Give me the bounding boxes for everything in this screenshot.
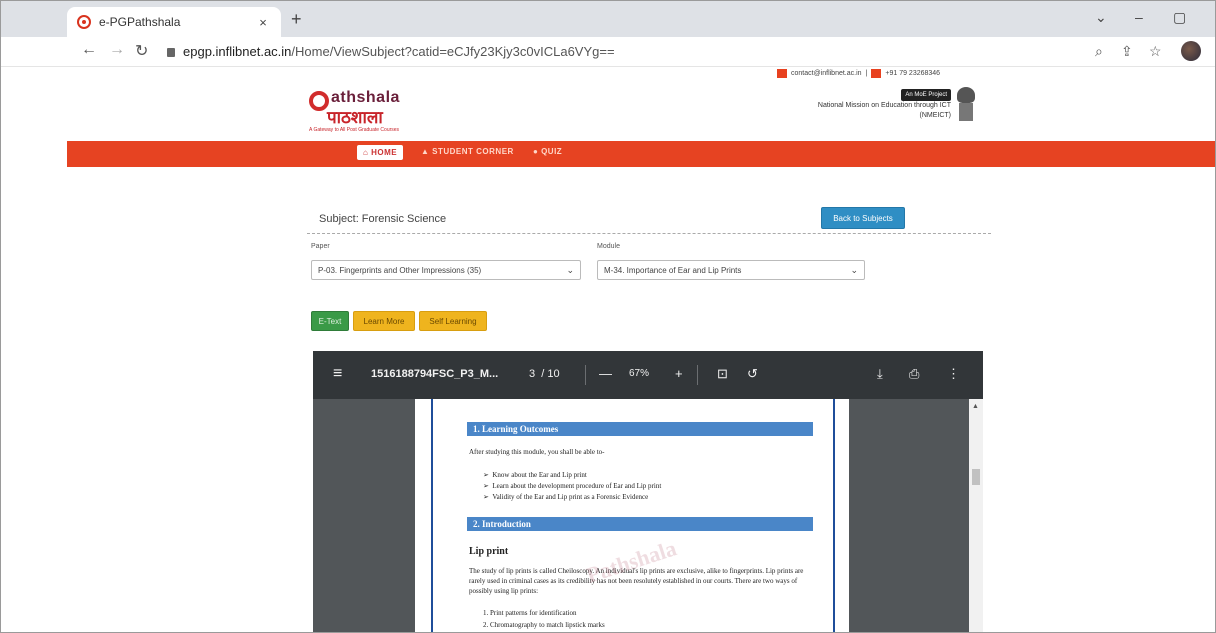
national-emblem-icon: [954, 87, 978, 127]
forward-arrow-icon[interactable]: →: [109, 41, 125, 59]
profile-avatar[interactable]: [1181, 41, 1201, 61]
section-heading-introduction: 2. Introduction: [467, 517, 813, 531]
mission-block: An MoE Project National Mission on Educa…: [791, 89, 951, 121]
nav-student-corner[interactable]: ▲ STUDENT CORNER: [421, 147, 514, 156]
contact-bar: contact@inflibnet.ac.in | +91 79 2326834…: [777, 69, 940, 78]
subheading-lip-print: Lip print: [469, 546, 509, 557]
outcome-text: Know about the Ear and Lip print: [492, 471, 587, 479]
list-item: ➢ Know about the Ear and Lip print: [483, 471, 587, 479]
logo-hindi: पाठशाला: [327, 108, 383, 127]
download-icon[interactable]: ⤓: [877, 366, 883, 382]
nav-quiz[interactable]: ● QUIZ: [533, 147, 562, 156]
email-icon: [777, 69, 787, 78]
home-icon: ⌂: [363, 148, 372, 157]
tab-search-icon[interactable]: ⌄: [1095, 9, 1107, 26]
site-favicon-icon: [77, 15, 91, 29]
graduation-cap-icon: ▲: [421, 147, 433, 156]
page-indicator[interactable]: 3 / 10: [529, 368, 560, 380]
page-border-left: [431, 399, 433, 632]
fit-page-icon[interactable]: ⊡: [717, 366, 728, 382]
paper-select[interactable]: P-03. Fingerprints and Other Impressions…: [311, 260, 581, 280]
paper-select-value: P-03. Fingerprints and Other Impressions…: [318, 265, 482, 275]
contact-separator: |: [865, 70, 868, 77]
logo-e-mark-icon: [309, 91, 329, 111]
mission-abbr: (NMEICT): [919, 112, 952, 119]
scroll-thumb[interactable]: [972, 469, 980, 485]
lock-icon: [167, 48, 175, 57]
zoom-level[interactable]: 67%: [629, 368, 649, 379]
pdf-filename: 1516188794FSC_P3_M...: [371, 368, 499, 380]
main-nav: ⌂ HOME ▲ STUDENT CORNER ● QUIZ: [67, 141, 1215, 167]
nav-student-corner-label: STUDENT CORNER: [432, 147, 514, 156]
learn-more-button[interactable]: Learn More: [353, 311, 415, 331]
tab-title: e-PGPathshala: [99, 15, 181, 29]
chevron-down-icon: ⌄: [850, 265, 858, 275]
intro-text: After studying this module, you shall be…: [469, 448, 605, 456]
zoom-icon[interactable]: ⌕: [1095, 43, 1103, 60]
pdf-scrollbar[interactable]: ▲: [969, 399, 983, 632]
page-border-right: [833, 399, 835, 632]
nav-home[interactable]: ⌂ HOME: [357, 145, 404, 160]
nav-quiz-label: QUIZ: [541, 147, 563, 156]
contact-phone: +91 79 23268346: [885, 70, 941, 77]
list-item: ➢ Learn about the development procedure …: [483, 482, 662, 490]
phone-icon: [871, 69, 882, 78]
more-options-icon[interactable]: ⋮: [947, 366, 960, 382]
tab-strip: e-PGPathshala × + ⌄ – ▢: [1, 1, 1215, 37]
pdf-toolbar: ≡ 1516188794FSC_P3_M... 3 / 10 — 67% + ⊡…: [313, 351, 983, 399]
list-item: ➢ Validity of the Ear and Lip print as a…: [483, 493, 649, 501]
paper-label: Paper: [311, 243, 330, 250]
chevron-down-icon: ⌄: [566, 265, 574, 275]
quiz-icon: ●: [533, 147, 542, 156]
hamburger-menu-icon[interactable]: ≡: [333, 365, 342, 383]
nav-home-label: HOME: [371, 148, 398, 157]
outcome-text: Learn about the development procedure of…: [492, 482, 662, 490]
pdf-page: 1. Learning Outcomes After studying this…: [415, 399, 849, 632]
address-bar[interactable]: epgp.inflibnet.ac.in/Home/ViewSubject?ca…: [167, 44, 615, 59]
subject-title: Subject: Forensic Science: [319, 213, 447, 225]
browser-toolbar: ← → ↻ epgp.inflibnet.ac.in/Home/ViewSubj…: [1, 37, 1215, 67]
new-tab-button[interactable]: +: [291, 9, 302, 30]
scroll-up-icon[interactable]: ▲: [972, 403, 979, 410]
logo-tagline: A Gateway to All Post Graduate Courses: [309, 127, 400, 133]
back-arrow-icon[interactable]: ←: [81, 41, 97, 59]
self-learning-button[interactable]: Self Learning: [419, 311, 487, 331]
list-item: 1. Print patterns for identification: [483, 609, 577, 617]
back-to-subjects-button[interactable]: Back to Subjects: [821, 207, 905, 229]
bookmark-star-icon[interactable]: ☆: [1149, 43, 1162, 60]
share-icon[interactable]: ⇪: [1121, 43, 1133, 60]
page-total: / 10: [541, 368, 560, 380]
mission-line: National Mission on Education through IC…: [817, 102, 951, 109]
contact-email[interactable]: contact@inflibnet.ac.in: [791, 70, 862, 77]
toolbar-separator: [585, 365, 586, 385]
url-path: /Home/ViewSubject?catid=eCJfy23Kjy3c0vIC…: [291, 44, 615, 59]
reload-icon[interactable]: ↻: [135, 41, 148, 61]
restore-button[interactable]: ▢: [1173, 9, 1186, 26]
zoom-in-icon[interactable]: +: [675, 366, 683, 381]
module-select-value: M-34. Importance of Ear and Lip Prints: [604, 265, 742, 275]
tab-close-icon[interactable]: ×: [255, 15, 271, 30]
print-icon[interactable]: ⎙: [909, 366, 919, 382]
url-host: epgp.inflibnet.ac.in: [183, 44, 292, 59]
etext-button[interactable]: E-Text: [311, 311, 349, 331]
section-heading-learning-outcomes: 1. Learning Outcomes: [467, 422, 813, 436]
module-select[interactable]: M-34. Importance of Ear and Lip Prints ⌄: [597, 260, 865, 280]
minimize-button[interactable]: –: [1135, 9, 1143, 25]
toolbar-separator: [697, 365, 698, 385]
list-item: 2. Chromatography to match lipstick mark…: [483, 621, 605, 629]
rotate-icon[interactable]: ↺: [747, 366, 758, 382]
outcome-text: Validity of the Ear and Lip print as a F…: [492, 493, 649, 501]
zoom-out-icon[interactable]: —: [599, 366, 612, 381]
page-current[interactable]: 3: [529, 368, 535, 380]
moe-badge: An MoE Project: [901, 89, 951, 101]
pdf-viewer[interactable]: ≡ 1516188794FSC_P3_M... 3 / 10 — 67% + ⊡…: [313, 351, 983, 632]
divider: [307, 233, 991, 234]
browser-tab[interactable]: e-PGPathshala ×: [67, 7, 281, 37]
browser-window: e-PGPathshala × + ⌄ – ▢ ← → ↻ epgp.infli…: [0, 0, 1216, 633]
module-label: Module: [597, 243, 620, 250]
